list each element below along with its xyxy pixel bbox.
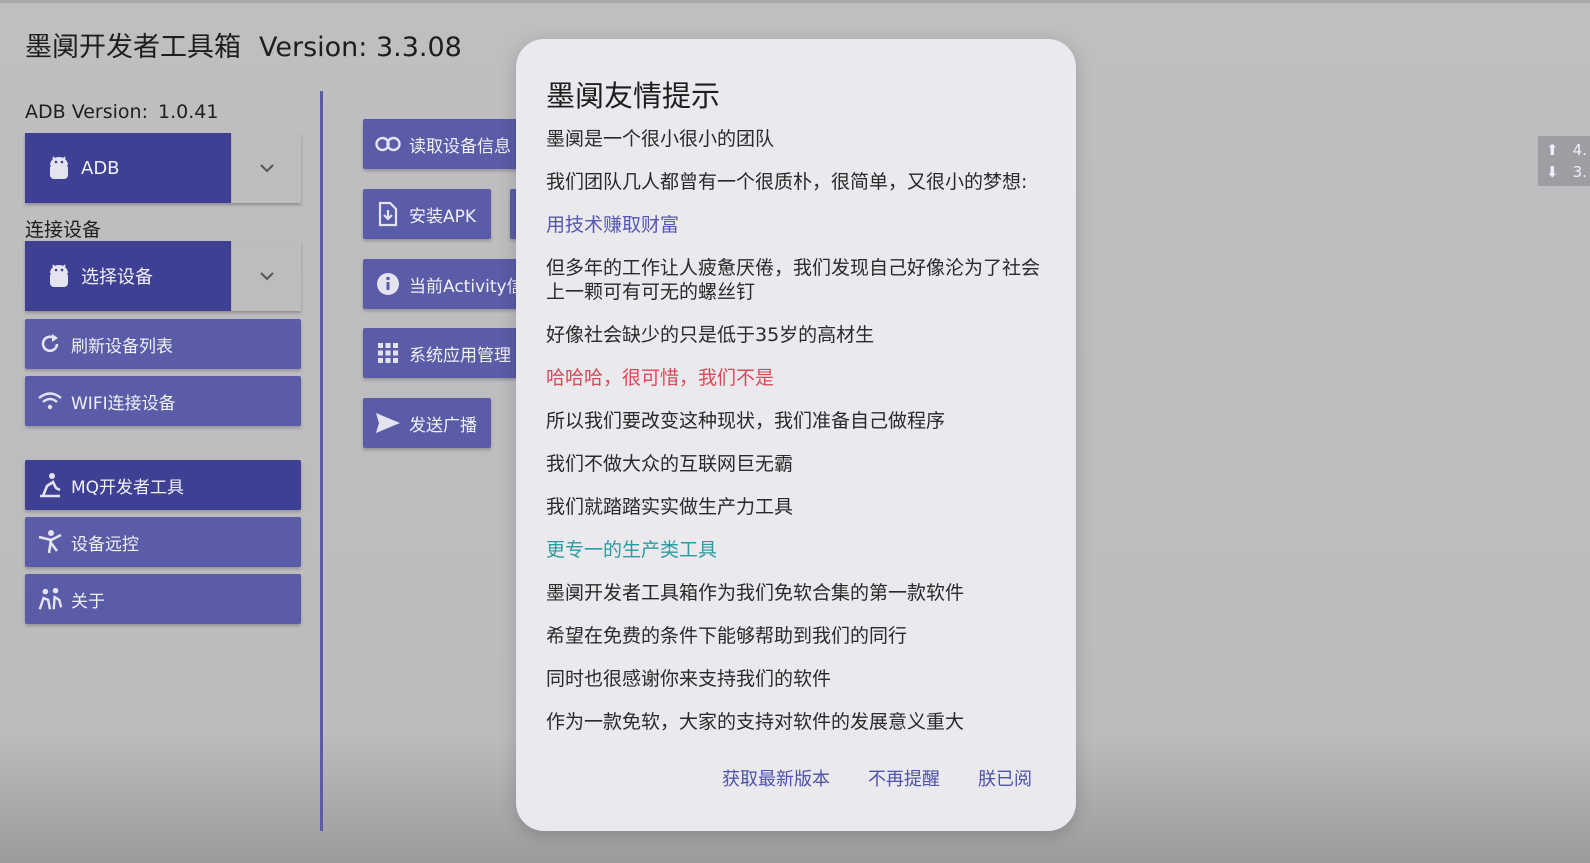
- dialog-line: 我们不做大众的互联网巨无霸: [546, 453, 794, 475]
- adb-select-label: ADB: [81, 157, 120, 179]
- info-icon: [375, 271, 401, 297]
- read-device-info-label: 读取设备信息: [409, 136, 511, 157]
- chevron-down-icon: [259, 164, 274, 173]
- remote-control-label: 设备远控: [71, 534, 139, 555]
- arrow-down-icon: ⬇: [1546, 163, 1559, 181]
- adb-select-button[interactable]: ADB: [25, 133, 231, 203]
- device-dropdown-toggle[interactable]: [231, 241, 301, 311]
- refresh-devices-button[interactable]: 刷新设备列表: [25, 319, 301, 369]
- download-row: ⬇ 3.: [1546, 163, 1590, 181]
- refresh-devices-label: 刷新设备列表: [71, 336, 173, 357]
- people-icon: [37, 586, 63, 612]
- worker-icon: [37, 472, 63, 498]
- dialog-line: 我们就踏踏实实做生产力工具: [546, 496, 794, 518]
- app-version: Version: 3.3.08: [259, 32, 462, 63]
- dialog-line-highlight: 哈哈哈，很可惜，我们不是: [546, 367, 775, 389]
- android-icon: [50, 156, 68, 179]
- dialog-line: 我们团队几人都曾有一个很质朴，很简单，又很小的梦想:: [546, 171, 1028, 193]
- device-select-label: 选择设备: [81, 267, 153, 288]
- download-value: 3.: [1572, 163, 1587, 181]
- dialog-line: 所以我们要改变这种现状，我们准备自己做程序: [546, 410, 946, 432]
- send-broadcast-label: 发送广播: [409, 415, 477, 436]
- dialog-line: 同时也很感谢你来支持我们的软件: [546, 668, 832, 690]
- refresh-icon: [37, 331, 63, 357]
- link-icon: [375, 131, 401, 157]
- upload-row: ⬆ 4.: [1546, 141, 1590, 159]
- about-button[interactable]: 关于: [25, 574, 301, 624]
- install-apk-button[interactable]: 安装APK: [363, 189, 491, 239]
- adb-select[interactable]: ADB: [25, 133, 301, 203]
- remote-control-button[interactable]: 设备远控: [25, 517, 301, 567]
- no-remind-button[interactable]: 不再提醒: [868, 765, 940, 791]
- install-apk-label: 安装APK: [409, 206, 477, 227]
- wifi-connect-label: WIFI连接设备: [71, 393, 176, 414]
- app-title: 墨阒开发者工具箱 Version: 3.3.08: [25, 25, 462, 64]
- mq-tools-button[interactable]: MQ开发者工具: [25, 460, 301, 510]
- wifi-icon: [37, 388, 63, 414]
- adb-version-label: ADB Version: 1.0.41: [25, 101, 218, 123]
- get-latest-version-button[interactable]: 获取最新版本: [722, 765, 830, 791]
- wifi-connect-button[interactable]: WIFI连接设备: [25, 376, 301, 426]
- device-select-button[interactable]: 选择设备: [25, 241, 231, 311]
- android-icon: [50, 264, 68, 287]
- current-activity-label: 当前Activity信: [409, 276, 523, 297]
- notice-dialog: 墨阒友情提示 墨阒是一个很小很小的团队 我们团队几人都曾有一个很质朴，很简单，又…: [516, 39, 1076, 831]
- dialog-title: 墨阒友情提示: [546, 79, 721, 113]
- about-label: 关于: [71, 591, 105, 612]
- system-apps-label: 系统应用管理: [409, 345, 511, 366]
- sidebar-divider: [320, 91, 323, 831]
- adb-dropdown-toggle[interactable]: [231, 133, 301, 203]
- send-icon: [375, 410, 401, 436]
- app-window: 墨阒开发者工具箱 Version: 3.3.08 ADB Version: 1.0.…: [0, 0, 1590, 863]
- device-select[interactable]: 选择设备: [25, 241, 301, 311]
- adb-version-caption: ADB Version:: [25, 101, 148, 123]
- current-activity-button[interactable]: 当前Activity信: [363, 259, 523, 309]
- chevron-down-icon: [259, 272, 274, 281]
- dialog-line-highlight: 更专一的生产类工具: [546, 539, 718, 561]
- dialog-line: 好像社会缺少的只是低于35岁的高材生: [546, 324, 875, 346]
- adb-version-value: 1.0.41: [157, 101, 219, 123]
- dialog-line: 墨阒是一个很小很小的团队: [546, 128, 775, 150]
- send-broadcast-button[interactable]: 发送广播: [363, 398, 491, 448]
- acknowledge-button[interactable]: 朕已阅: [978, 765, 1032, 791]
- mq-tools-label: MQ开发者工具: [71, 477, 185, 498]
- dialog-body[interactable]: 墨阒是一个很小很小的团队 我们团队几人都曾有一个很质朴，很简单，又很小的梦想: …: [546, 127, 1046, 754]
- read-device-info-button[interactable]: 读取设备信息: [363, 119, 523, 169]
- dialog-line: 作为一款免软，大家的支持对软件的发展意义重大: [546, 711, 965, 733]
- transfer-stats-panel: ⬆ 4. ⬇ 3.: [1538, 136, 1590, 186]
- dialog-line: 但多年的工作让人疲惫厌倦，我们发现自己好像沦为了社会上一颗可有可无的螺丝钉: [546, 257, 1041, 303]
- connect-device-label: 连接设备: [25, 219, 102, 241]
- dialog-actions: 获取最新版本 不再提醒 朕已阅: [722, 765, 1032, 791]
- arrow-up-icon: ⬆: [1546, 141, 1559, 159]
- kick-figure-icon: [37, 529, 63, 555]
- dialog-line: 墨阒开发者工具箱作为我们免软合集的第一款软件: [546, 582, 965, 604]
- dialog-line-highlight: 用技术赚取财富: [546, 214, 680, 236]
- system-apps-button[interactable]: 系统应用管理: [363, 328, 523, 378]
- install-icon: [375, 201, 401, 227]
- grid-icon: [375, 340, 401, 366]
- dialog-line: 希望在免费的条件下能够帮助到我们的同行: [546, 625, 908, 647]
- upload-value: 4.: [1572, 141, 1587, 159]
- app-name: 墨阒开发者工具箱: [25, 32, 241, 63]
